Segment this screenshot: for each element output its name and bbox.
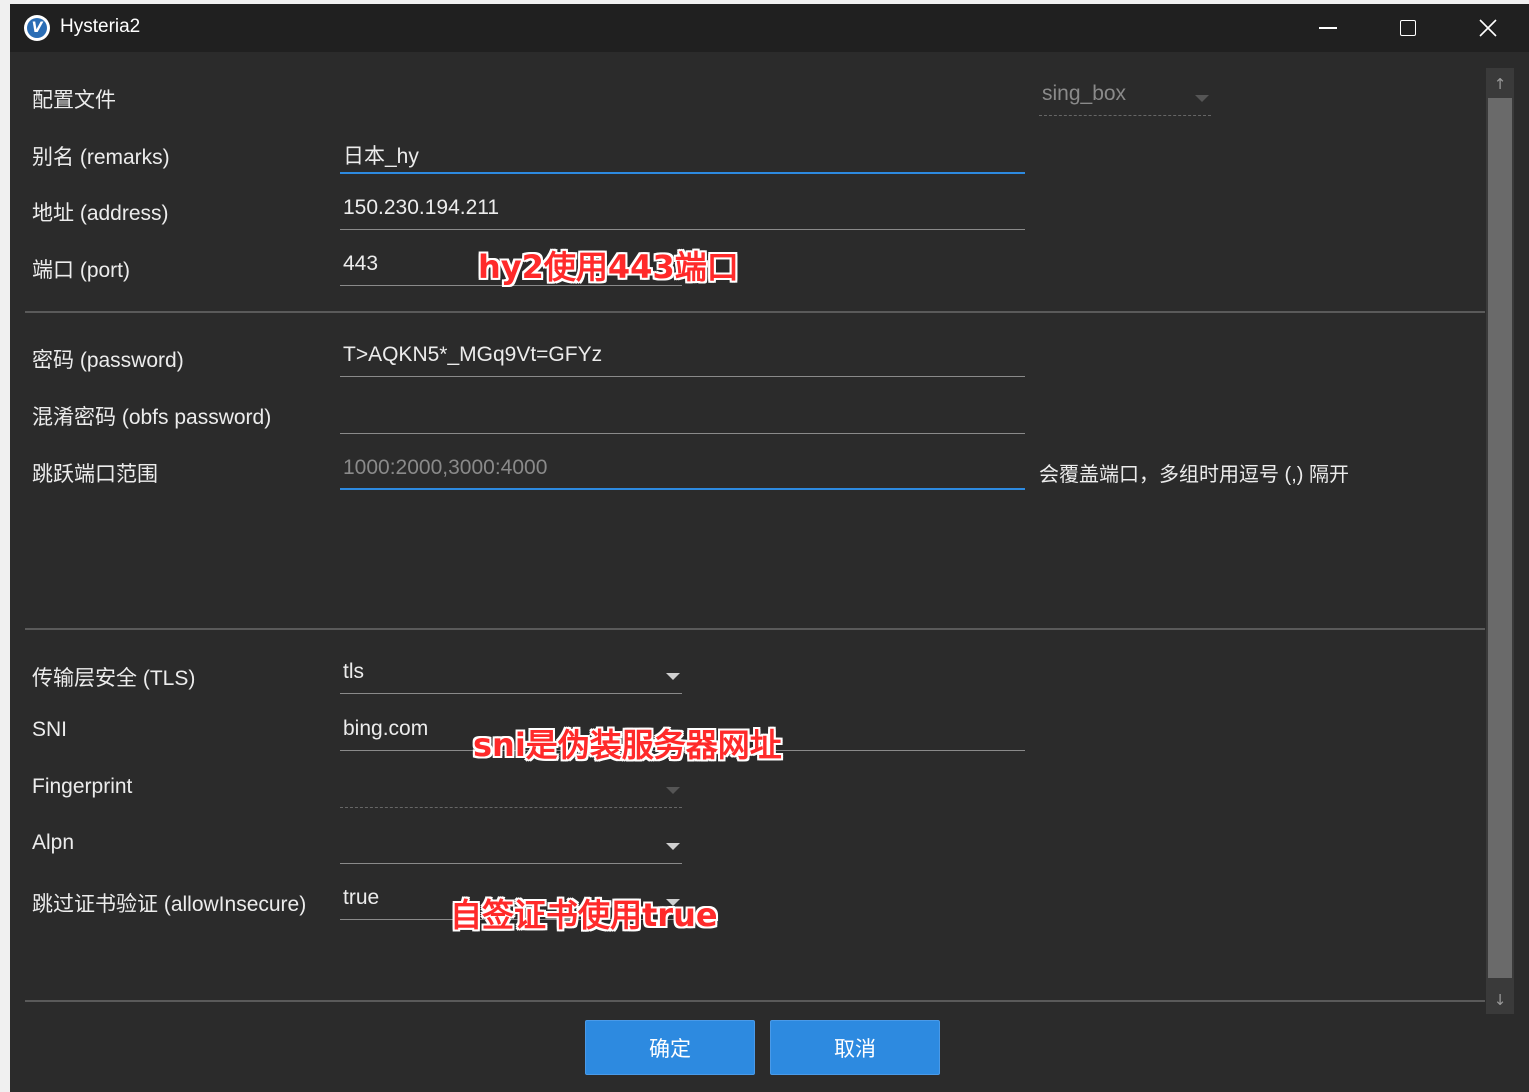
chevron-down-icon xyxy=(1195,95,1209,102)
remarks-label: 别名 (remarks) xyxy=(32,146,170,169)
tls-value: tls xyxy=(343,660,364,683)
section-divider xyxy=(25,311,1485,313)
port-annotation: hy2使用443端口 xyxy=(478,248,739,286)
address-value: 150.230.194.211 xyxy=(343,196,500,219)
port-hopping-hint: 会覆盖端口，多组时用逗号 (,) 隔开 xyxy=(1039,464,1349,486)
config-file-select: sing_box xyxy=(1039,82,1211,116)
remarks-input[interactable]: 日本_hy xyxy=(340,140,1025,174)
insecure-annotation: 自签证书使用true xyxy=(450,896,718,934)
port-hopping-label: 跳跃端口范围 xyxy=(32,463,158,486)
tls-select[interactable]: tls xyxy=(340,660,682,694)
tls-label: 传输层安全 (TLS) xyxy=(32,667,196,690)
port-value: 443 xyxy=(343,252,379,275)
title-bar: V Hysteria2 xyxy=(10,4,1529,52)
chevron-down-icon xyxy=(666,787,680,794)
minimize-button[interactable] xyxy=(1288,4,1368,52)
scrollbar-thumb[interactable] xyxy=(1488,98,1512,978)
dialog-window: V Hysteria2 配置文件 sing_box 别名 (remarks) 日… xyxy=(10,4,1529,1092)
sni-annotation: sni是伪装服务器网址 xyxy=(473,726,782,764)
obfs-password-input[interactable] xyxy=(340,400,1025,434)
config-file-label: 配置文件 xyxy=(32,89,116,112)
password-label: 密码 (password) xyxy=(32,349,184,372)
password-input[interactable]: T>AQKN5*_MGq9Vt=GFYz xyxy=(340,343,1025,377)
section-divider xyxy=(25,628,1485,630)
password-value: T>AQKN5*_MGq9Vt=GFYz xyxy=(343,343,603,366)
allow-insecure-value: true xyxy=(343,886,380,909)
ok-button[interactable]: 确定 xyxy=(585,1020,755,1075)
allow-insecure-label: 跳过证书验证 (allowInsecure) xyxy=(32,893,307,916)
window-title: Hysteria2 xyxy=(60,16,141,37)
obfs-password-label: 混淆密码 (obfs password) xyxy=(32,406,272,429)
remarks-value: 日本_hy xyxy=(343,145,419,168)
sni-label: SNI xyxy=(32,718,68,741)
maximize-icon xyxy=(1400,20,1416,36)
alpn-label: Alpn xyxy=(32,831,75,854)
scroll-down-icon[interactable]: ↓ xyxy=(1486,986,1514,1014)
alpn-select[interactable] xyxy=(340,830,682,864)
chevron-down-icon xyxy=(666,843,680,850)
close-icon xyxy=(1479,19,1497,37)
port-label: 端口 (port) xyxy=(32,259,131,282)
address-label: 地址 (address) xyxy=(32,202,169,225)
config-file-value: sing_box xyxy=(1042,82,1127,105)
fingerprint-label: Fingerprint xyxy=(32,775,133,798)
footer-divider xyxy=(25,1000,1485,1002)
chevron-down-icon xyxy=(666,673,680,680)
app-logo-icon: V xyxy=(24,15,50,41)
fingerprint-select xyxy=(340,774,682,808)
port-hopping-input[interactable]: 1000:2000,3000:4000 xyxy=(340,456,1025,490)
close-button[interactable] xyxy=(1448,4,1528,52)
port-hopping-placeholder: 1000:2000,3000:4000 xyxy=(343,456,548,479)
cancel-button[interactable]: 取消 xyxy=(770,1020,940,1075)
sni-value: bing.com xyxy=(343,717,429,740)
minimize-icon xyxy=(1319,27,1337,29)
address-input[interactable]: 150.230.194.211 xyxy=(340,196,1025,230)
vertical-scrollbar[interactable]: ↑ ↓ xyxy=(1486,68,1514,1014)
scroll-up-icon[interactable]: ↑ xyxy=(1486,70,1514,98)
maximize-button[interactable] xyxy=(1368,4,1448,52)
